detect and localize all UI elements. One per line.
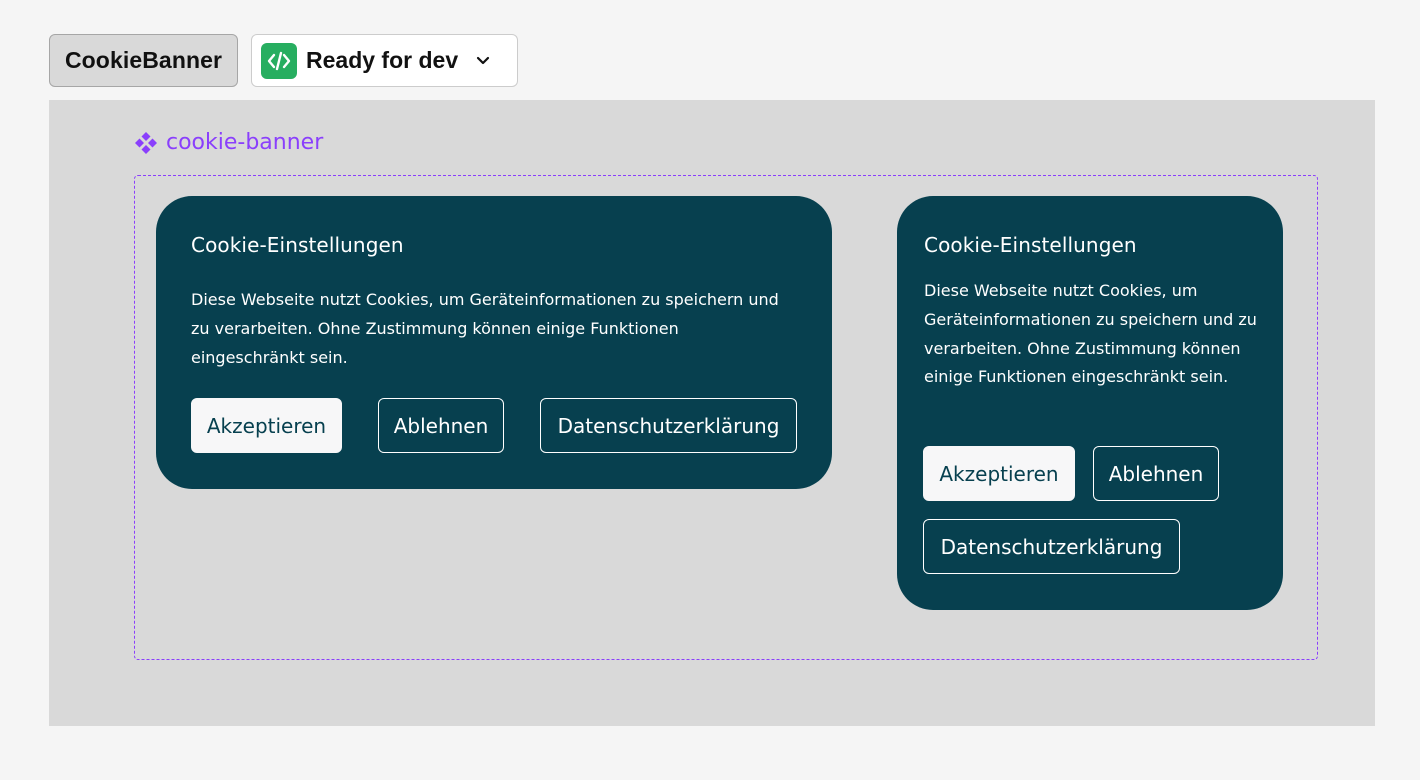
accept-button[interactable]: Akzeptieren — [191, 398, 342, 453]
banner-text: Diese Webseite nutzt Cookies, um Gerätei… — [924, 281, 1257, 387]
reject-button[interactable]: Ablehnen — [1093, 446, 1219, 501]
chevron-down-icon[interactable] — [476, 56, 490, 66]
component-icon — [134, 131, 158, 155]
status-dropdown[interactable]: Ready for dev — [251, 34, 518, 87]
component-label-text: cookie-banner — [166, 130, 324, 155]
privacy-button[interactable]: Datenschutzerklärung — [540, 398, 797, 453]
privacy-button[interactable]: Datenschutzerklärung — [923, 519, 1180, 574]
code-icon — [261, 42, 297, 79]
banner-title: Cookie-Einstellungen — [191, 233, 404, 257]
component-label[interactable]: cookie-banner — [134, 130, 323, 155]
component-name-tag[interactable]: CookieBanner — [49, 34, 238, 87]
banner-title: Cookie-Einstellungen — [924, 233, 1137, 257]
accept-button[interactable]: Akzeptieren — [923, 446, 1075, 501]
status-label: Ready for dev — [306, 47, 459, 73]
cookie-banner-narrow: Cookie-Einstellungen Diese Webseite nutz… — [897, 196, 1283, 610]
cookie-banner-wide: Cookie-Einstellungen Diese Webseite nutz… — [156, 196, 832, 489]
banner-text: Diese Webseite nutzt Cookies, um Gerätei… — [191, 290, 779, 367]
reject-button[interactable]: Ablehnen — [378, 398, 504, 453]
